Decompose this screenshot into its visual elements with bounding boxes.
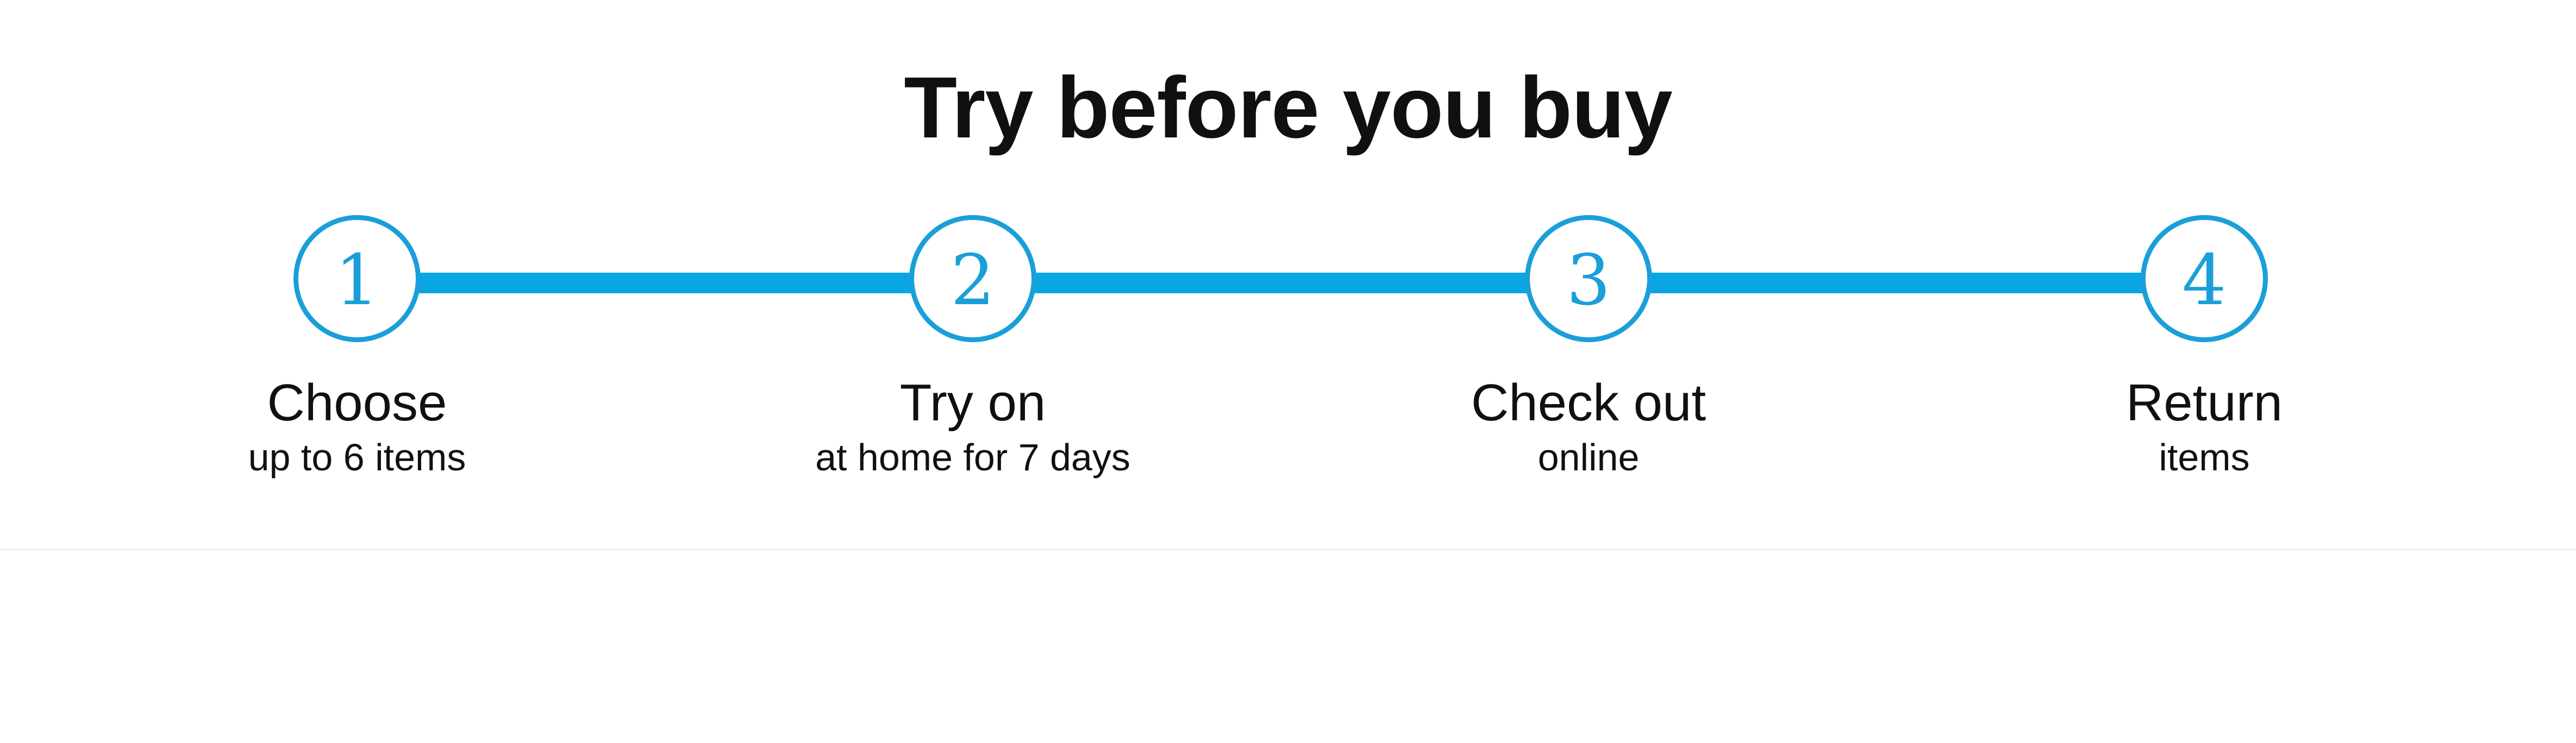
section-divider: [0, 549, 2576, 550]
step-subtitle: items: [2159, 436, 2250, 478]
step-number: 1: [335, 240, 379, 321]
step-subtitle: online: [1537, 436, 1640, 478]
step-subtitle: up to 6 items: [248, 436, 466, 478]
step-choose: 1 Choose up to 6 items: [112, 215, 602, 482]
step-title: Return: [2125, 374, 2283, 432]
step-try-on: 2 Try on at home for 7 days: [728, 215, 1217, 482]
step-title: Choose: [267, 374, 447, 432]
step-check-out: 3 Check out online: [1344, 215, 1833, 482]
step-title: Try on: [899, 374, 1046, 432]
step-subtitle: at home for 7 days: [815, 436, 1130, 478]
step-number: 2: [951, 240, 995, 321]
step-number: 4: [2182, 240, 2227, 321]
step-title: Check out: [1471, 374, 1706, 432]
step-number-circle: 1: [293, 215, 421, 342]
step-number-circle: 4: [2141, 215, 2268, 342]
step-return: 4 Return items: [1960, 215, 2449, 482]
step-number-circle: 3: [1525, 215, 1652, 342]
steps-timeline: 1 Choose up to 6 items 2 Try on at home …: [0, 0, 2576, 549]
step-number: 3: [1566, 240, 1611, 321]
step-number-circle: 2: [909, 215, 1036, 342]
